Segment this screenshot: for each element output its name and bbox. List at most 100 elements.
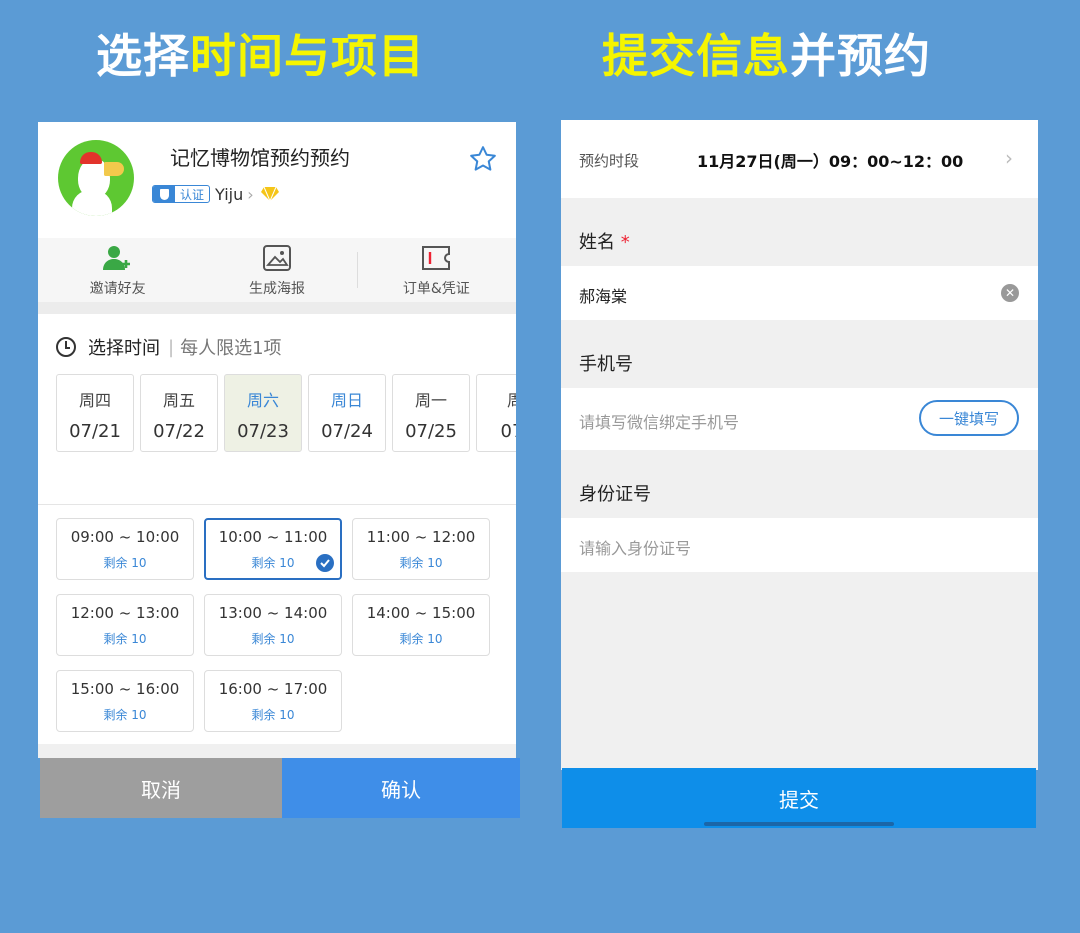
heading-left-yellow: 时间与项目 [190, 29, 425, 83]
slot-time: 14:00 ~ 15:00 [366, 604, 476, 622]
home-indicator [704, 822, 894, 826]
date-day: 07/22 [153, 421, 205, 442]
date-tab-selected[interactable]: 周六 07/23 [224, 374, 302, 452]
shield-icon [153, 186, 175, 202]
date-day: 07/ [500, 421, 516, 442]
confirm-button[interactable]: 确认 [282, 758, 520, 818]
date-day: 07/21 [69, 421, 121, 442]
id-field[interactable]: 请输入身份证号 [561, 518, 1038, 572]
id-placeholder: 请输入身份证号 [579, 539, 692, 558]
time-slot[interactable]: 09:00 ~ 10:00 剩余 10 [56, 518, 194, 580]
owner-name: Yiju [215, 184, 244, 204]
id-section: 身份证号 [561, 450, 1038, 518]
generate-poster-button[interactable]: 生成海报 [197, 238, 356, 302]
orders-button[interactable]: 订单&凭证 [356, 238, 516, 302]
slot-time: 13:00 ~ 14:00 [218, 604, 328, 622]
date-picker: 周四 07/21 周五 07/22 周六 07/23 周日 07/24 周一 0… [56, 374, 516, 452]
date-tab[interactable]: 周日 07/24 [308, 374, 386, 452]
auto-fill-phone-button[interactable]: 一键填写 [919, 400, 1019, 436]
orders-label: 订单&凭证 [402, 281, 470, 297]
cert-label: 认证 [180, 187, 205, 202]
time-slot-selected[interactable]: 10:00 ~ 11:00 剩余 10 [204, 518, 342, 580]
avatar-megaphone [104, 162, 124, 176]
date-tab[interactable]: 周四 07/21 [56, 374, 134, 452]
invite-friends-button[interactable]: 邀请好友 [38, 238, 197, 302]
phone-field[interactable]: 请填写微信绑定手机号 一键填写 [561, 388, 1038, 450]
name-label-text: 姓名 [579, 232, 615, 253]
certification-row[interactable]: 认证 Yiju › [152, 184, 280, 204]
submit-form-panel: 预约时段 11月27日(周一）09：00~12：00 › 姓名 * 郝海棠 ✕ … [561, 120, 1038, 770]
slot-time: 12:00 ~ 13:00 [70, 604, 180, 622]
slot-time: 10:00 ~ 11:00 [218, 528, 328, 546]
date-day: 07/24 [321, 421, 373, 442]
slot-time: 16:00 ~ 17:00 [218, 680, 328, 698]
name-value: 郝海棠 [579, 287, 628, 306]
poster-image-icon [262, 245, 291, 271]
time-slot-grid: 09:00 ~ 10:00 剩余 10 10:00 ~ 11:00 剩余 10 … [56, 518, 496, 746]
slot-remaining: 剩余 10 [103, 632, 147, 646]
time-slot[interactable]: 16:00 ~ 17:00 剩余 10 [204, 670, 342, 732]
divider [38, 504, 516, 505]
heading-submit-info: 提交信息并预约 [602, 20, 931, 86]
slot-remaining: 剩余 10 [399, 632, 443, 646]
date-tab[interactable]: 周 07/ [476, 374, 516, 452]
chevron-right-icon: › [247, 184, 254, 204]
slot-remaining: 剩余 10 [251, 632, 295, 646]
phone-section: 手机号 [561, 320, 1038, 388]
slot-value: 11月27日(周一）09：00~12：00 [697, 152, 964, 171]
chevron-right-icon: › [1005, 146, 1013, 170]
date-weekday: 周 [506, 391, 516, 410]
generate-poster-label: 生成海报 [248, 281, 305, 297]
reservation-slot-row[interactable]: 预约时段 11月27日(周一）09：00~12：00 › [561, 120, 1038, 198]
slot-remaining: 剩余 10 [103, 556, 147, 570]
time-slot[interactable]: 11:00 ~ 12:00 剩余 10 [352, 518, 490, 580]
date-weekday: 周一 [414, 391, 447, 410]
slot-time: 11:00 ~ 12:00 [366, 528, 476, 546]
cancel-button[interactable]: 取消 [40, 758, 282, 818]
time-slot[interactable]: 12:00 ~ 13:00 剩余 10 [56, 594, 194, 656]
date-tab[interactable]: 周五 07/22 [140, 374, 218, 452]
id-label: 身份证号 [579, 484, 651, 505]
action-bar: 邀请好友 生成海报 订单&凭证 [38, 238, 516, 302]
bottom-strip [38, 744, 516, 758]
required-mark: * [620, 232, 630, 253]
time-title: 选择时间 [88, 338, 160, 359]
heading-left-white: 选择 [96, 29, 190, 83]
slot-remaining: 剩余 10 [251, 708, 295, 722]
slot-remaining: 剩余 10 [399, 556, 443, 570]
slot-time: 09:00 ~ 10:00 [70, 528, 180, 546]
name-field[interactable]: 郝海棠 ✕ [561, 266, 1038, 320]
section-gap [38, 302, 516, 314]
time-slot[interactable]: 13:00 ~ 14:00 剩余 10 [204, 594, 342, 656]
name-section: 姓名 * [561, 198, 1038, 266]
heading-select-time: 选择时间与项目 [96, 20, 425, 86]
heading-right-yellow: 提交信息 [602, 29, 790, 83]
title-separator: | [168, 336, 175, 358]
clear-icon[interactable]: ✕ [1001, 284, 1019, 302]
slot-remaining: 剩余 10 [103, 708, 147, 722]
star-icon[interactable] [468, 144, 498, 174]
check-icon [316, 554, 334, 572]
time-hint: 每人限选1项 [180, 338, 282, 359]
store-header: 记忆博物馆预约预约 认证 Yiju › [38, 122, 516, 238]
store-name: 记忆博物馆预约预约 [170, 146, 350, 170]
cert-badge: 认证 [152, 185, 211, 203]
date-weekday: 周五 [162, 391, 195, 410]
diamond-icon [260, 186, 279, 202]
slot-label: 预约时段 [579, 152, 640, 170]
time-slot[interactable]: 14:00 ~ 15:00 剩余 10 [352, 594, 490, 656]
date-tab[interactable]: 周一 07/25 [392, 374, 470, 452]
time-slot[interactable]: 15:00 ~ 16:00 剩余 10 [56, 670, 194, 732]
booking-panel: 记忆博物馆预约预约 认证 Yiju › 邀请好友 生成海报 订单&凭证 选择时间… [38, 122, 516, 758]
phone-placeholder: 请填写微信绑定手机号 [579, 413, 740, 432]
slot-time: 15:00 ~ 16:00 [70, 680, 180, 698]
ticket-icon [422, 246, 451, 270]
store-avatar[interactable] [58, 140, 134, 216]
submit-button[interactable]: 提交 [562, 768, 1036, 828]
heading-right-white: 并预约 [790, 29, 931, 83]
date-day: 07/25 [405, 421, 457, 442]
phone-label: 手机号 [579, 354, 633, 375]
date-weekday: 周四 [78, 391, 111, 410]
date-weekday: 周日 [330, 391, 363, 410]
invite-friends-label: 邀请好友 [89, 281, 146, 297]
